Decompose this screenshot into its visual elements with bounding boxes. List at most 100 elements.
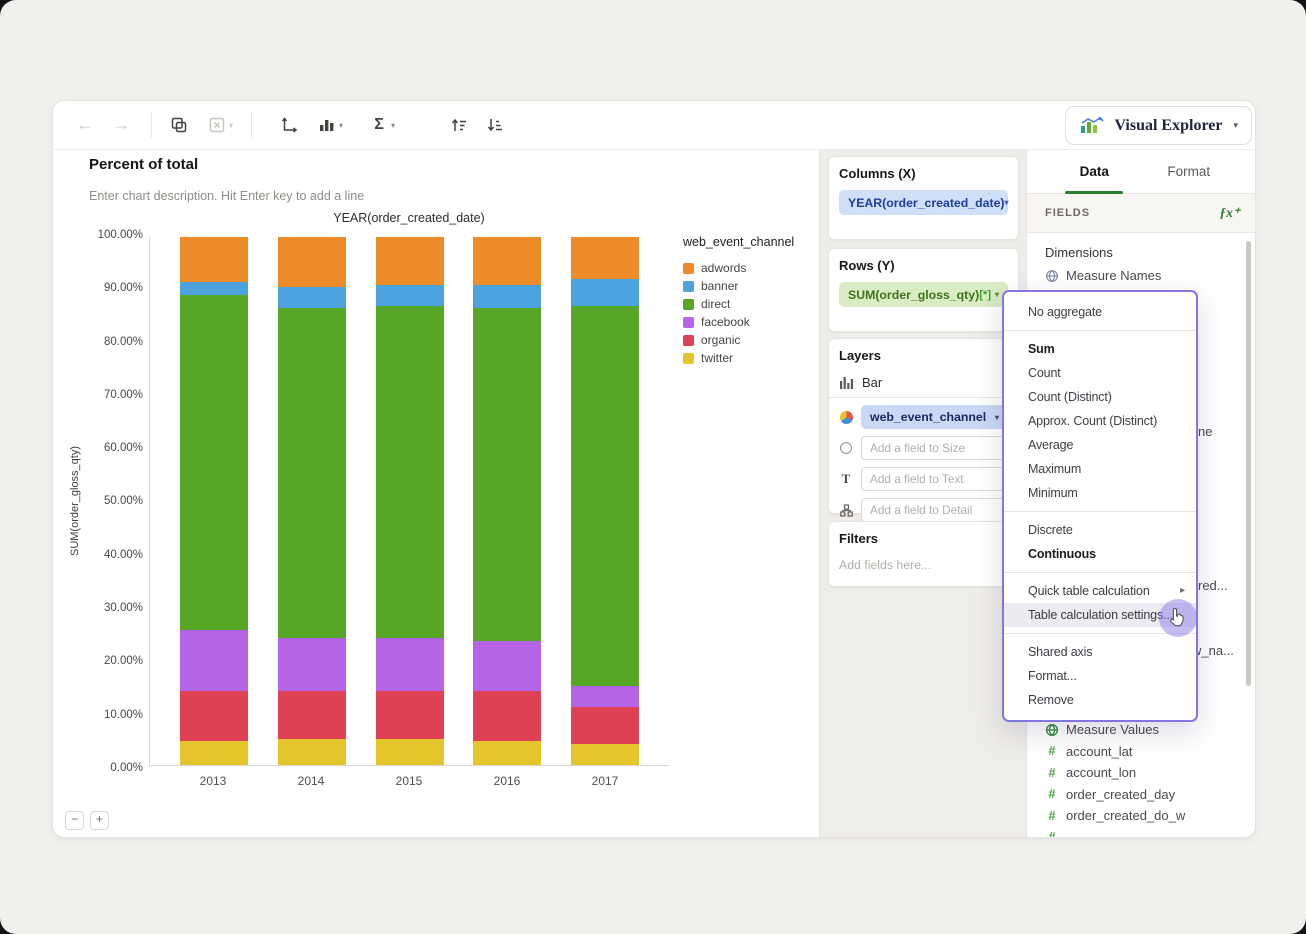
menu-item[interactable]: Approx. Count (Distinct) ▸ (1004, 409, 1196, 433)
create-calculation-icon[interactable]: ƒx⁺ (1219, 205, 1240, 221)
legend-item[interactable]: direct (683, 297, 794, 311)
panel-tab[interactable]: Data (1047, 149, 1142, 193)
bar-segment-direct[interactable] (375, 305, 444, 639)
bar-segment-facebook[interactable] (277, 638, 346, 692)
bar-segment-adwords[interactable] (375, 237, 444, 285)
sort-ascending-icon[interactable] (447, 113, 471, 137)
bar-2015[interactable] (375, 237, 444, 765)
bar-segment-adwords[interactable] (180, 237, 248, 282)
color-field-pill[interactable]: web_event_channel ▾ (861, 405, 1008, 429)
bar-segment-direct[interactable] (277, 308, 346, 639)
bar-2016[interactable] (473, 237, 542, 765)
fields-scrollbar[interactable] (1246, 241, 1251, 686)
field-item[interactable]: # account_lon (1045, 762, 1248, 784)
legend-item[interactable]: twitter (683, 351, 794, 365)
field-label-fragment[interactable]: red... (1198, 578, 1228, 593)
field-label-fragment[interactable]: w_na... (1192, 643, 1234, 658)
legend-item[interactable]: adwords (683, 261, 794, 275)
color-icon[interactable] (839, 410, 853, 424)
menu-item[interactable]: Average ▸ (1004, 433, 1196, 457)
rows-field-pill[interactable]: SUM(order_gloss_qty) [*] ▾ (839, 282, 1008, 307)
aggregate-sigma-icon[interactable]: Σ (367, 113, 391, 137)
field-measure-names[interactable]: Measure Names (1045, 268, 1161, 283)
chart-type-icon[interactable] (315, 113, 339, 137)
size-icon[interactable] (839, 442, 853, 454)
zoom-in-button[interactable]: + (90, 811, 109, 830)
menu-item[interactable]: Continuous ▸ (1004, 542, 1196, 566)
legend-item[interactable]: banner (683, 279, 794, 293)
menu-item[interactable]: Count (Distinct) ▸ (1004, 385, 1196, 409)
size-dropzone[interactable]: Add a field to Size (861, 436, 1008, 460)
bar-segment-banner[interactable] (277, 287, 346, 309)
panel-tab[interactable]: Format (1142, 149, 1237, 193)
menu-item[interactable]: No aggregate ▸ (1004, 300, 1196, 324)
menu-item[interactable]: Count ▸ (1004, 361, 1196, 385)
bar-segment-organic[interactable] (375, 691, 444, 739)
detail-dropzone[interactable]: Add a field to Detail (861, 498, 1008, 522)
menu-item[interactable]: Sum ▸ (1004, 337, 1196, 361)
zoom-out-button[interactable]: − (65, 811, 84, 830)
field-item[interactable]: # account_lat (1045, 741, 1248, 763)
bar-segment-adwords[interactable] (277, 237, 346, 288)
chart-description-input[interactable]: Enter chart description. Hit Enter key t… (89, 189, 364, 203)
field-item[interactable]: # (1045, 827, 1248, 837)
bar-segment-twitter[interactable] (473, 741, 542, 765)
menu-item[interactable]: Quick table calculation ▸ (1004, 579, 1196, 603)
field-item[interactable]: # order_created_do_w (1045, 805, 1248, 827)
menu-item[interactable]: Format... ▸ (1004, 664, 1196, 688)
bar-2014[interactable] (277, 237, 346, 765)
chevron-down-icon[interactable]: ▾ (391, 121, 395, 130)
filters-dropzone[interactable]: Add fields here... (839, 558, 1008, 572)
bar-segment-facebook[interactable] (180, 630, 248, 692)
bar-segment-direct[interactable] (180, 295, 248, 631)
bar-segment-facebook[interactable] (571, 685, 639, 707)
bar-segment-organic[interactable] (180, 691, 248, 742)
menu-item[interactable]: Table calculation settings... ▸ (1004, 603, 1196, 627)
bar-segment-adwords[interactable] (473, 237, 542, 285)
field-item[interactable]: # order_created_day (1045, 784, 1248, 806)
bar-segment-twitter[interactable] (375, 738, 444, 765)
bar-segment-direct[interactable] (473, 308, 542, 641)
mark-type-row[interactable]: Bar (829, 367, 1018, 398)
bar-segment-twitter[interactable] (571, 743, 639, 765)
bar-segment-banner[interactable] (473, 284, 542, 309)
bar-segment-direct[interactable] (571, 305, 639, 686)
menu-item[interactable]: Maximum ▸ (1004, 457, 1196, 481)
bar-segment-twitter[interactable] (180, 741, 248, 765)
columns-field-pill[interactable]: YEAR(order_created_date) ▾ (839, 190, 1009, 215)
bar-segment-organic[interactable] (571, 706, 639, 744)
menu-item[interactable]: Remove ▸ (1004, 688, 1196, 712)
chevron-down-icon[interactable]: ▾ (229, 121, 233, 130)
bar-segment-banner[interactable] (571, 279, 639, 306)
legend-item[interactable]: organic (683, 333, 794, 347)
field-label-fragment[interactable]: ne (1198, 424, 1212, 439)
bar-segment-facebook[interactable] (375, 638, 444, 692)
bar-segment-adwords[interactable] (571, 237, 639, 280)
forward-icon[interactable]: → (109, 113, 133, 137)
chevron-down-icon[interactable]: ▾ (339, 121, 343, 130)
text-icon[interactable]: T (839, 471, 853, 487)
bar-2013[interactable] (180, 237, 248, 765)
menu-item[interactable]: Minimum ▸ (1004, 481, 1196, 505)
duplicate-chart-icon[interactable] (167, 113, 191, 137)
swap-axes-icon[interactable] (277, 113, 301, 137)
legend-item[interactable]: facebook (683, 315, 794, 329)
bar-segment-facebook[interactable] (473, 640, 542, 692)
field-item[interactable]: # Measure Values (1045, 719, 1248, 741)
bar-segment-banner[interactable] (375, 284, 444, 306)
bar-segment-twitter[interactable] (277, 738, 346, 765)
visual-explorer-button[interactable]: Visual Explorer ▾ (1065, 106, 1252, 145)
bar-segment-organic[interactable] (473, 691, 542, 742)
page-title[interactable]: Percent of total (89, 156, 198, 173)
menu-item[interactable]: Shared axis ▸ (1004, 640, 1196, 664)
back-icon[interactable]: ← (73, 113, 97, 137)
menu-item[interactable]: Discrete ▸ (1004, 518, 1196, 542)
sort-descending-icon[interactable] (483, 113, 507, 137)
detail-icon[interactable] (839, 503, 853, 517)
y-tick-label: 30.00% (103, 602, 143, 615)
bar-segment-banner[interactable] (180, 281, 248, 296)
remove-chart-icon[interactable] (205, 113, 229, 137)
bar-2017[interactable] (571, 237, 639, 765)
text-dropzone[interactable]: Add a field to Text (861, 467, 1008, 491)
bar-segment-organic[interactable] (277, 691, 346, 739)
